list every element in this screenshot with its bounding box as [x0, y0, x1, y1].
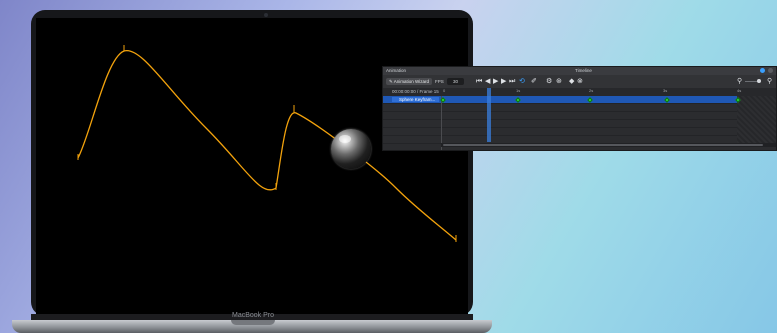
ruler-label: 0	[443, 88, 446, 93]
timeline-header: 00:00:00:00 / Frame 15 0 1s 2s 3s 4s	[383, 88, 776, 96]
zoom-icon[interactable]: ⚲	[767, 78, 772, 85]
keyframe-pen-icon[interactable]: ✐	[531, 78, 537, 85]
add-key-icon[interactable]: ◆	[569, 78, 574, 85]
close-icon[interactable]	[768, 68, 773, 73]
step-forward-icon[interactable]: ▶	[501, 78, 506, 85]
go-to-start-icon[interactable]: ⏮	[476, 78, 482, 85]
search-icon[interactable]: ⚲	[737, 78, 742, 85]
minimize-icon[interactable]	[760, 68, 765, 73]
settings-gear-icon[interactable]: ⚙	[546, 78, 552, 85]
animation-wizard-button[interactable]: ✎ Animation Wizard	[386, 78, 433, 85]
track-name[interactable]: Sphere Keyfram...	[392, 97, 439, 102]
panel-titlebar: Animation Timeline	[383, 67, 776, 75]
timeline-toolbar: ✎ Animation Wizard FPS 30 ⏮ ◀ ▶ ▶ ⏭ ⟲ ✐ …	[383, 75, 776, 88]
panel-left-title: Animation	[386, 68, 407, 73]
out-of-range-area	[737, 96, 776, 143]
timeline-panel: Animation Timeline ✎ Animation Wizard FP…	[382, 66, 777, 151]
delete-key-icon[interactable]: ⊗	[577, 78, 583, 85]
snap-icon[interactable]: ⊛	[556, 78, 562, 85]
panel-title: Timeline	[575, 68, 592, 73]
animation-wizard-label: Animation Wizard	[393, 79, 430, 84]
sphere-object[interactable]	[331, 129, 371, 169]
camera-dot	[264, 13, 268, 17]
ruler-label: 4s	[737, 88, 742, 93]
go-to-end-icon[interactable]: ⏭	[509, 78, 515, 85]
fps-label: FPS	[435, 79, 444, 84]
laptop-notch	[231, 320, 275, 325]
track-names-column: Sphere Keyfram...	[383, 96, 442, 150]
playhead[interactable]	[487, 88, 491, 142]
ruler-label: 2s	[589, 88, 594, 93]
brand-label: MacBook Pro	[231, 312, 275, 319]
loop-icon[interactable]: ⟲	[519, 78, 525, 85]
time-display: 00:00:00:00 / Frame 15	[392, 89, 439, 94]
play-icon[interactable]: ▶	[493, 78, 498, 85]
scrollbar-thumb[interactable]	[443, 144, 763, 146]
ruler-label: 3s	[663, 88, 668, 93]
zoom-slider-handle[interactable]	[757, 79, 761, 83]
step-back-icon[interactable]: ◀	[485, 78, 490, 85]
time-ruler[interactable]: 0 1s 2s 3s 4s	[441, 88, 776, 96]
ruler-label: 1s	[516, 88, 521, 93]
fps-input[interactable]: 30	[447, 78, 464, 85]
motion-path-curve[interactable]	[36, 18, 468, 314]
